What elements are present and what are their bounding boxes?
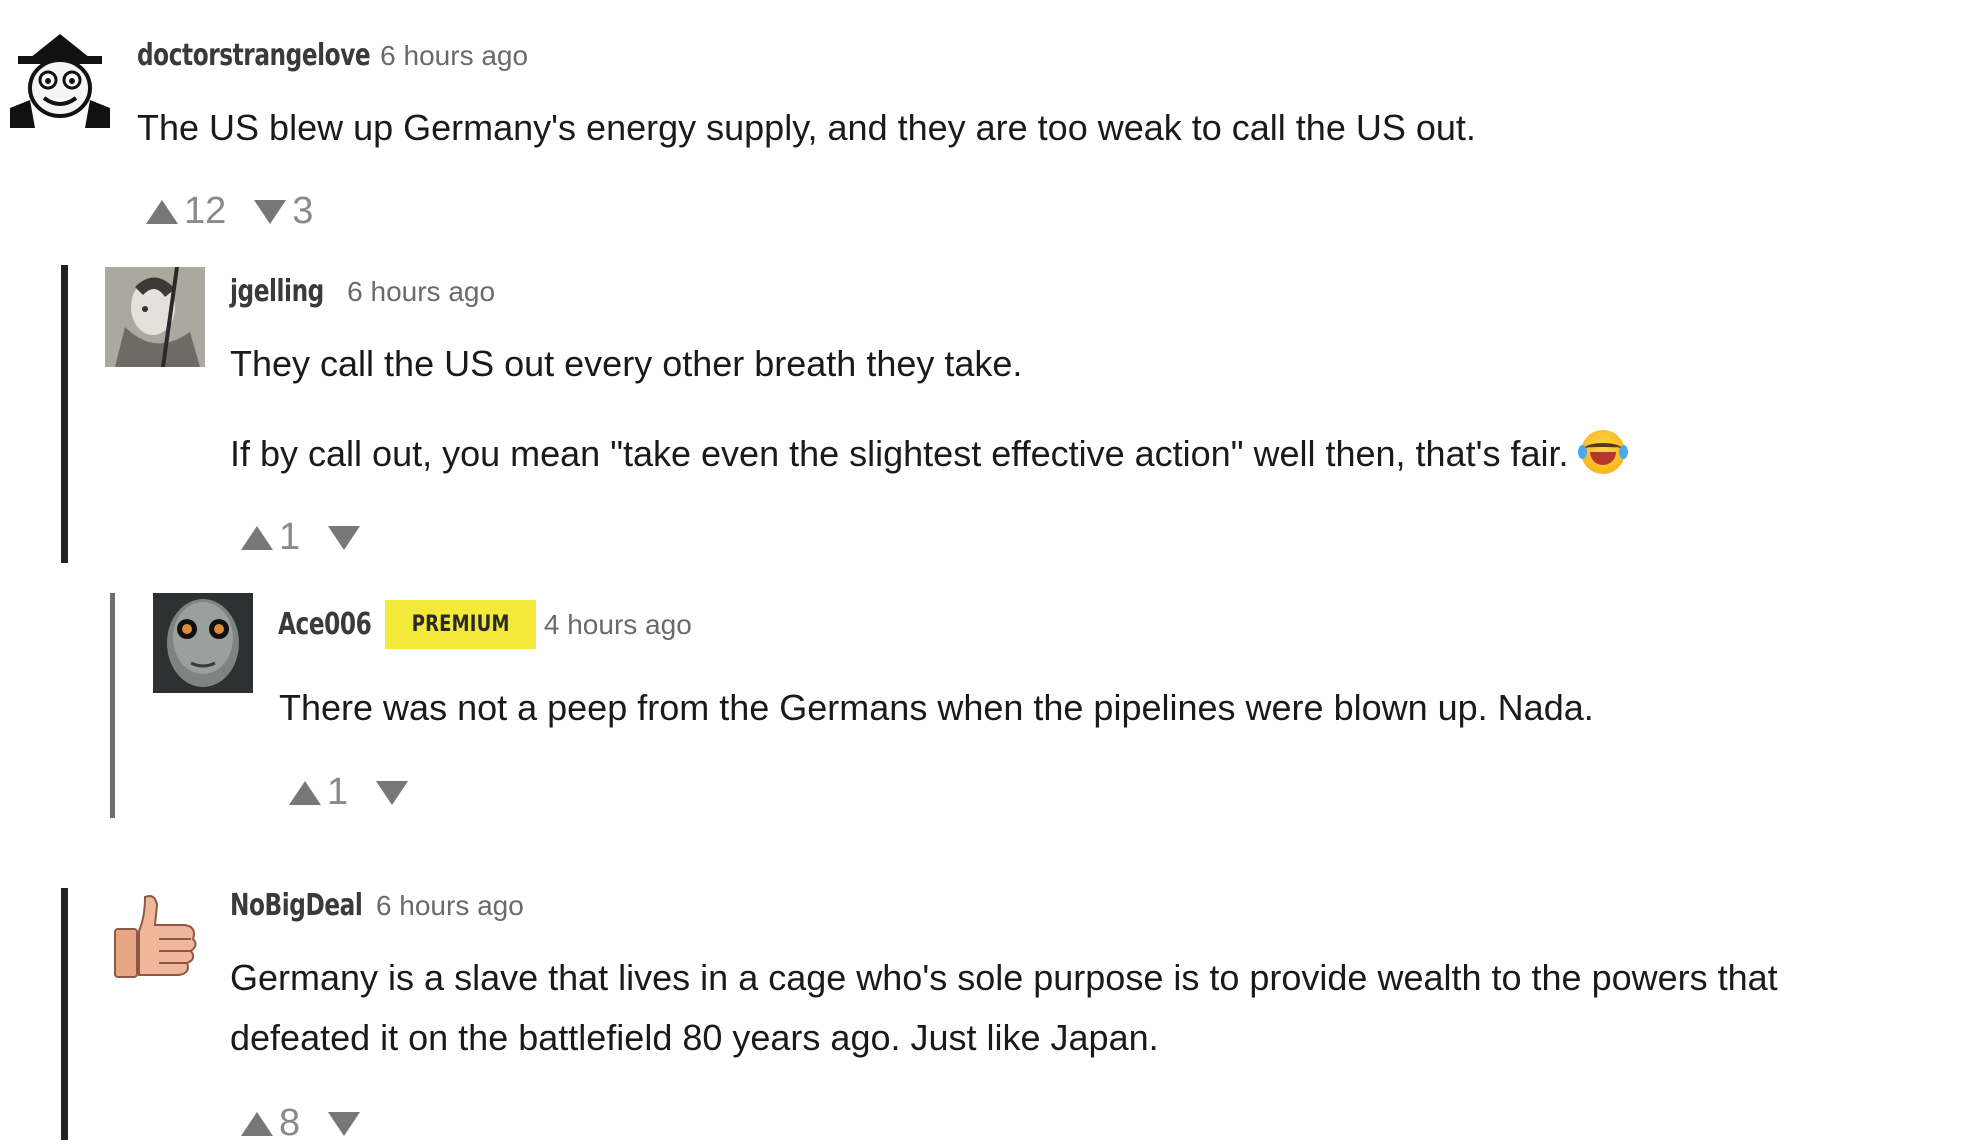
paragraph-text: If by call out, you mean "take even the …: [230, 433, 1569, 474]
upvote-button[interactable]: 1: [241, 516, 300, 559]
timestamp: 4 hours ago: [543, 608, 692, 640]
timestamp: 6 hours ago: [375, 889, 524, 921]
upvote-button[interactable]: 8: [241, 1102, 300, 1145]
spy-cartoon-avatar-icon: [10, 28, 110, 128]
premium-badge: PREMIUM: [384, 600, 536, 649]
badge-label: PREMIUM: [411, 612, 510, 637]
timestamp: 6 hours ago: [380, 39, 529, 71]
vote-controls: 1: [289, 771, 409, 814]
user-avatar[interactable]: [105, 887, 205, 987]
laughing-crying-emoji-icon: [1577, 430, 1628, 474]
upvote-button[interactable]: 1: [289, 771, 348, 814]
comment-header: NoBigDeal 6 hours ago: [230, 888, 524, 923]
downvote-button[interactable]: 3: [254, 190, 313, 233]
comment-header: jgelling 6 hours ago: [230, 274, 495, 309]
vote-controls: 8: [241, 1102, 361, 1145]
comment-paragraph: If by call out, you mean "take even the …: [230, 424, 1628, 484]
comment-text: There was not a peep from the Germans wh…: [279, 687, 1594, 728]
dark-goggles-face-avatar-icon: [153, 593, 253, 693]
upvote-count: 8: [279, 1102, 301, 1144]
downvote-count: 3: [292, 190, 314, 232]
username[interactable]: Ace006: [278, 607, 372, 642]
username[interactable]: doctorstrangelove: [137, 38, 371, 73]
vote-controls: 12 3: [146, 190, 313, 233]
upvote-button[interactable]: 12: [146, 190, 226, 233]
upvote-icon: [289, 780, 321, 805]
statue-avatar-icon: [105, 267, 205, 367]
comment-paragraph: They call the US out every other breath …: [230, 343, 1023, 384]
downvote-icon: [328, 1111, 361, 1136]
upvote-count: 12: [184, 190, 227, 232]
downvote-icon: [328, 525, 361, 550]
downvote-button[interactable]: [328, 525, 361, 550]
thread-line: [61, 888, 68, 1140]
thread-line: [61, 265, 68, 563]
vote-controls: 1: [241, 516, 361, 559]
username[interactable]: jgelling: [230, 274, 324, 309]
username[interactable]: NoBigDeal: [230, 888, 363, 923]
comment-text-line: Germany is a slave that lives in a cage …: [230, 957, 1778, 998]
downvote-icon: [376, 780, 409, 805]
comment-text-line: defeated it on the battlefield 80 years …: [230, 1017, 1159, 1058]
upvote-icon: [241, 525, 273, 550]
downvote-button[interactable]: [376, 780, 409, 805]
upvote-count: 1: [327, 771, 349, 813]
downvote-button[interactable]: [328, 1111, 361, 1136]
downvote-icon: [254, 199, 287, 224]
user-avatar[interactable]: [153, 593, 253, 693]
thread-line: [110, 593, 115, 818]
user-avatar[interactable]: [105, 267, 205, 367]
user-avatar[interactable]: [10, 28, 110, 128]
upvote-icon: [241, 1111, 273, 1136]
timestamp: 6 hours ago: [347, 275, 496, 307]
upvote-count: 1: [279, 516, 301, 558]
thumbs-up-avatar-icon: [105, 887, 205, 987]
upvote-icon: [146, 199, 178, 224]
comment-header: Ace006 PREMIUM 4 hours ago: [278, 600, 692, 649]
comment-text: The US blew up Germany's energy supply, …: [137, 107, 1476, 148]
comment-header: doctorstrangelove 6 hours ago: [137, 38, 528, 73]
